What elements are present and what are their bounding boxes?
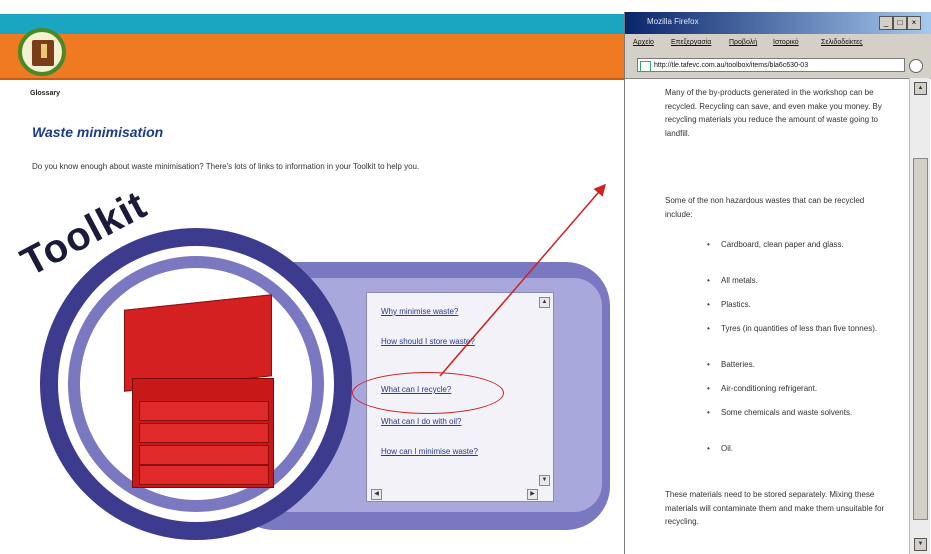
minimize-icon[interactable]: _ bbox=[879, 16, 893, 30]
content-paragraph-1: Many of the by-products generated in the… bbox=[665, 88, 882, 138]
menu-view[interactable]: Προβολή bbox=[729, 39, 757, 46]
list-scroll-down-button[interactable]: ▼ bbox=[539, 475, 550, 486]
toolbox-image bbox=[118, 294, 286, 488]
content-paragraph-3: These materials need to be stored separa… bbox=[665, 490, 885, 526]
list-item: Air-conditioning refrigerant. bbox=[707, 384, 891, 395]
close-icon[interactable]: × bbox=[907, 16, 921, 30]
browser-menu-bar: Αρχείο Επεξεργασία Προβολή Ιστορικό Σελι… bbox=[625, 34, 931, 54]
list-item: Tyres (in quantities of less than five t… bbox=[707, 324, 891, 335]
url-text: http://tle.tafevc.com.au/toolbox/items/b… bbox=[654, 62, 809, 69]
scroll-thumb[interactable] bbox=[913, 158, 928, 520]
link-why-minimise-waste[interactable]: Why minimise waste? bbox=[381, 305, 499, 318]
list-scroll-right-button[interactable]: ▶ bbox=[527, 489, 538, 500]
link-how-store-waste[interactable]: How should I store waste? bbox=[381, 335, 499, 348]
url-field[interactable]: http://tle.tafevc.com.au/toolbox/items/b… bbox=[637, 58, 905, 72]
link-how-minimise-waste[interactable]: How can I minimise waste? bbox=[381, 445, 499, 458]
menu-file[interactable]: Αρχείο bbox=[633, 39, 654, 46]
annotation-highlight-ellipse bbox=[352, 372, 504, 414]
header-orange-bar bbox=[0, 34, 625, 80]
list-scroll-up-button[interactable]: ▲ bbox=[539, 297, 550, 308]
address-bar: http://tle.tafevc.com.au/toolbox/items/b… bbox=[625, 54, 931, 79]
menu-bookmarks[interactable]: Σελιδοδείκτες bbox=[821, 39, 863, 46]
content-paragraph-2: Some of the non hazardous wastes that ca… bbox=[665, 196, 865, 219]
list-item: All metals. bbox=[707, 276, 891, 287]
list-item: Oil. bbox=[707, 444, 891, 455]
browser-title: Mozilla Firefox bbox=[647, 17, 699, 26]
link-what-do-with-oil[interactable]: What can I do with oil? bbox=[381, 415, 499, 428]
scroll-up-button[interactable]: ▲ bbox=[914, 82, 927, 95]
header-cyan-bar bbox=[0, 14, 625, 34]
list-item: Plastics. bbox=[707, 300, 891, 311]
glossary-book-icon[interactable] bbox=[18, 28, 66, 76]
scroll-down-button[interactable]: ▼ bbox=[914, 538, 927, 551]
list-item: Batteries. bbox=[707, 360, 891, 371]
browser-page-content: Many of the by-products generated in the… bbox=[625, 78, 909, 554]
intro-text: Do you know enough about waste minimisat… bbox=[32, 162, 420, 171]
maximize-icon[interactable]: □ bbox=[893, 16, 907, 30]
page-title: Waste minimisation bbox=[32, 124, 164, 140]
page-icon bbox=[640, 61, 651, 71]
menu-history[interactable]: Ιστορικό bbox=[773, 39, 799, 46]
browser-scrollbar[interactable]: ▲ ▼ bbox=[909, 78, 930, 554]
browser-window: Mozilla Firefox _ □ × Αρχείο Επεξεργασία… bbox=[624, 12, 931, 554]
menu-edit[interactable]: Επεξεργασία bbox=[671, 39, 711, 46]
go-icon[interactable] bbox=[909, 59, 923, 73]
list-scroll-left-button[interactable]: ◀ bbox=[371, 489, 382, 500]
list-item: Some chemicals and waste solvents. bbox=[707, 408, 891, 419]
browser-title-bar[interactable]: Mozilla Firefox _ □ × bbox=[625, 12, 931, 34]
glossary-label[interactable]: Glossary bbox=[30, 90, 60, 97]
list-item: Cardboard, clean paper and glass. bbox=[707, 240, 891, 251]
